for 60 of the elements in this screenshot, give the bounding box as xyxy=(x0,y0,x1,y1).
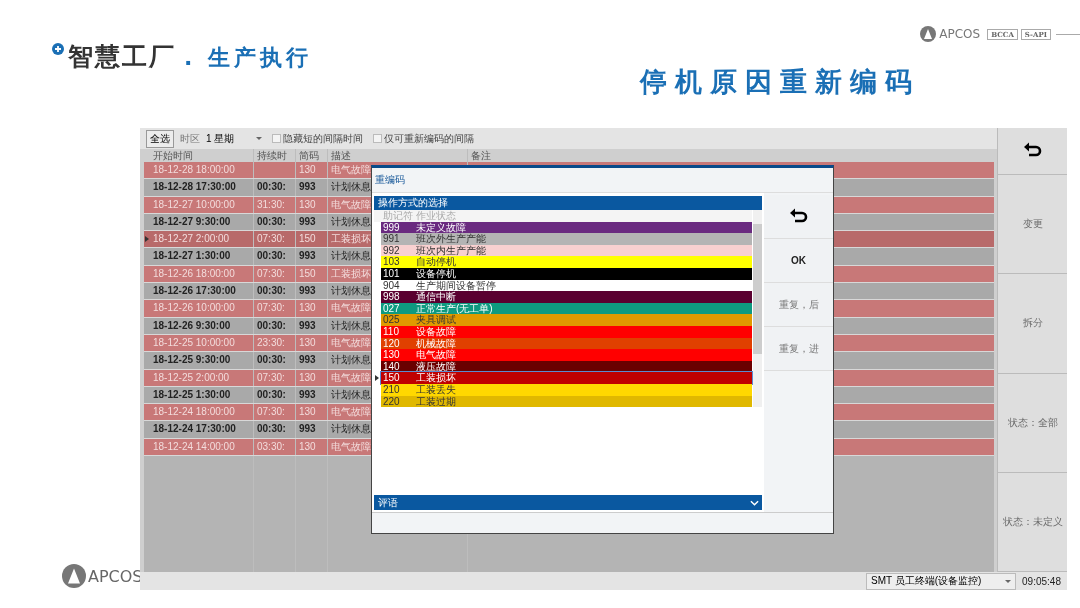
table-cell: 18-12-28 17:30:00 xyxy=(150,179,254,196)
table-cell: 18-12-25 1:30:00 xyxy=(150,386,254,404)
table-cell: 07:30: xyxy=(254,231,296,248)
table-cell: 130 xyxy=(296,162,328,179)
table-cell: 18-12-26 17:30:00 xyxy=(150,283,254,300)
slide-heading: 停机原因重新编码 xyxy=(640,65,920,99)
table-cell: 130 xyxy=(296,334,328,352)
table-cell: 07:30: xyxy=(254,404,296,421)
slide-subtitle: . 生产执行 xyxy=(184,44,313,72)
table-cell: 993 xyxy=(296,317,328,334)
table-cell: 00:30: xyxy=(254,283,296,300)
table-cell: 18-12-27 10:00:00 xyxy=(150,196,254,213)
table-cell: 150 xyxy=(296,265,328,283)
checkbox-label: 仅可重新编码的间隔 xyxy=(384,131,474,146)
table-cell: 18-12-28 18:00:00 xyxy=(150,162,254,179)
table-cell: 18-12-25 2:00:00 xyxy=(150,369,254,386)
table-cell: 993 xyxy=(296,283,328,300)
table-cell: 993 xyxy=(296,179,328,196)
clock-time: 09:05:48 xyxy=(1022,575,1061,587)
table-cell: 18-12-24 14:00:00 xyxy=(150,438,254,456)
table-cell: 00:30: xyxy=(254,352,296,369)
table-cell: 130 xyxy=(296,404,328,421)
table-cell: 18-12-27 2:00:00 xyxy=(150,231,254,248)
table-cell: 18-12-26 10:00:00 xyxy=(150,300,254,317)
table-cell: 07:30: xyxy=(254,300,296,317)
section-header: 操作方式的选择 xyxy=(374,196,762,210)
table-cell: 150 xyxy=(296,231,328,248)
table-cell: 18-12-27 9:30:00 xyxy=(150,213,254,231)
checkbox-label: 隐藏短的间隔时间 xyxy=(283,131,363,146)
table-cell: 993 xyxy=(296,213,328,231)
slide-title: 智慧工厂 xyxy=(68,42,176,72)
table-cell: 993 xyxy=(296,386,328,404)
table-cell: 993 xyxy=(296,352,328,369)
table-cell: 18-12-25 9:30:00 xyxy=(150,352,254,369)
logo-text: APCOS xyxy=(939,27,981,41)
table-cell: 00:30: xyxy=(254,317,296,334)
table-cell: 31:30: xyxy=(254,196,296,213)
table-cell: 130 xyxy=(296,196,328,213)
table-cell: 18-12-24 17:30:00 xyxy=(150,421,254,438)
table-cell: 18-12-27 1:30:00 xyxy=(150,248,254,265)
logo-text: APCOS xyxy=(88,566,143,586)
table-cell: 00:30: xyxy=(254,179,296,196)
table-cell: 23:30: xyxy=(254,334,296,352)
table-cell: 130 xyxy=(296,300,328,317)
table-cell: 00:30: xyxy=(254,421,296,438)
table-cell: 18-12-26 18:00:00 xyxy=(150,265,254,283)
table-cell: 07:30: xyxy=(254,369,296,386)
table-cell: 130 xyxy=(296,438,328,456)
table-cell: 00:30: xyxy=(254,248,296,265)
table-cell: 130 xyxy=(296,369,328,386)
table-cell: 03:30: xyxy=(254,438,296,456)
table-cell: 07:30: xyxy=(254,265,296,283)
table-cell: 18-12-25 10:00:00 xyxy=(150,334,254,352)
table-cell: 18-12-26 9:30:00 xyxy=(150,317,254,334)
table-cell: 00:30: xyxy=(254,213,296,231)
table-cell: 18-12-24 18:00:00 xyxy=(150,404,254,421)
table-cell: 993 xyxy=(296,421,328,438)
table-cell: 993 xyxy=(296,248,328,265)
table-cell: 00:30: xyxy=(254,386,296,404)
timezone-label: 时区 xyxy=(180,131,200,146)
